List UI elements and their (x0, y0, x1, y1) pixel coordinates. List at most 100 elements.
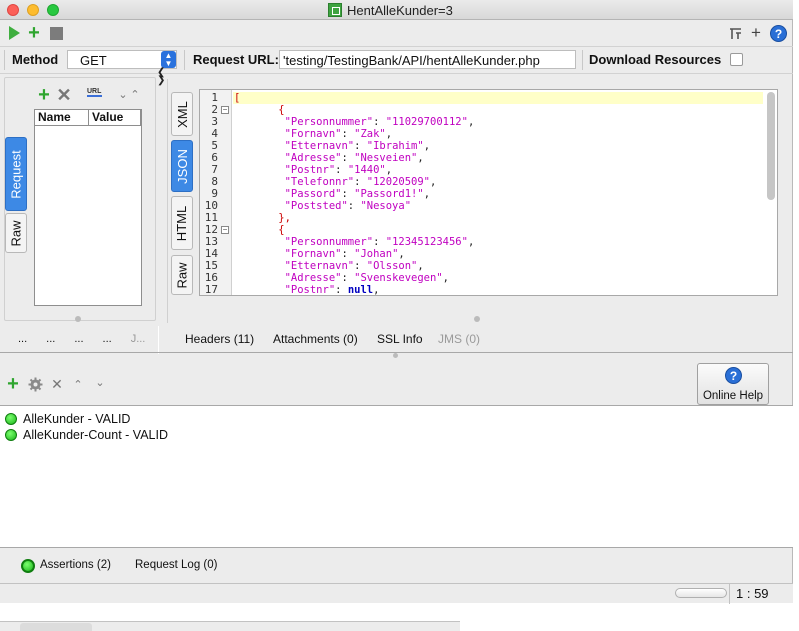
tune-button[interactable] (728, 25, 742, 41)
help-button[interactable]: ? (769, 24, 788, 43)
download-resources-checkbox[interactable] (730, 53, 743, 66)
add-assertion-button[interactable]: + (6, 373, 20, 395)
vertical-scrollbar[interactable] (767, 92, 775, 200)
method-label: Method (12, 52, 59, 67)
window-title: HentAlleKunder=3 (347, 3, 453, 18)
tab-html-label: HTML (174, 205, 190, 241)
collapsed-tab[interactable]: ... (103, 333, 112, 345)
json-key: "Telefonnr" (284, 176, 355, 188)
collapsed-tab[interactable]: ... (74, 333, 83, 345)
tab-raw-label: Raw (8, 219, 24, 247)
online-help-button[interactable]: ? Online Help (697, 363, 769, 405)
collapsed-tab[interactable]: ... (18, 333, 27, 345)
tab-ssl-info[interactable]: SSL Info (377, 332, 423, 346)
cursor-position: 1 : 59 (736, 586, 769, 601)
svg-text:URL: URL (87, 88, 102, 95)
run-request-button[interactable] (7, 26, 21, 40)
plus-icon: + (28, 22, 40, 44)
chevron-updown-icon[interactable]: ▲ ▼ (161, 51, 176, 68)
code-line: "Personnummer": "12345123456", (284, 236, 475, 248)
request-url-input[interactable]: 'testing/TestingBank/API/hentAlleKunder.… (279, 50, 576, 69)
code-line: "Postnr": "1440", (284, 164, 393, 176)
json-value: "1440" (347, 164, 386, 176)
code-line: "Etternavn": "Ibrahim", (284, 140, 431, 152)
divider (184, 50, 185, 70)
json-value: "11029700112" (385, 116, 468, 128)
stop-button[interactable] (49, 26, 63, 40)
code-line: "Fornavn": "Zak", (284, 128, 393, 140)
tab-assertions-label: Assertions (2) (40, 559, 111, 571)
resize-handle[interactable] (75, 316, 81, 322)
valid-status-icon (5, 429, 17, 441)
tab-xml[interactable]: XML (171, 92, 193, 136)
collapsed-tab[interactable]: J... (131, 333, 146, 345)
tab-request[interactable]: Request (5, 137, 27, 211)
maximize-window-button[interactable] (47, 4, 59, 16)
json-key: "Etternavn" (284, 140, 355, 152)
tab-headers[interactable]: Headers (11) (185, 332, 254, 346)
chevron-down-icon[interactable]: ⌄ (118, 88, 128, 101)
tab-raw-request[interactable]: Raw (5, 213, 27, 253)
assertions-list[interactable]: AlleKunder - VALID AlleKunder-Count - VA… (0, 405, 793, 548)
chevron-down-icon[interactable]: ⌄ (95, 375, 105, 389)
collapsed-tab[interactable]: ... (46, 333, 55, 345)
divider (582, 50, 583, 70)
configure-assertion-button[interactable] (27, 376, 43, 392)
add-param-button[interactable]: + (37, 85, 51, 105)
collapse-splitter[interactable]: ❮ ❯ (157, 68, 165, 86)
help-icon: ? (725, 367, 742, 384)
chevron-up-icon[interactable]: ⌃ (130, 88, 140, 101)
code-line: { (234, 104, 285, 116)
remove-assertion-button[interactable]: ✕ (51, 375, 63, 392)
divider (4, 50, 5, 70)
progress-indicator (675, 588, 727, 598)
close-window-button[interactable] (7, 4, 19, 16)
tab-attachments[interactable]: Attachments (0) (273, 332, 358, 346)
valid-status-icon (5, 413, 17, 425)
minimize-window-button[interactable] (27, 4, 39, 16)
json-key: "Personnummer" (284, 116, 374, 128)
json-value: "Olsson" (366, 260, 418, 272)
url-icon: URL (87, 88, 102, 97)
plus-icon: + (7, 373, 19, 395)
tab-jms[interactable]: JMS (0) (438, 332, 480, 346)
json-response-editor[interactable]: 1[2− {3 "Personnummer": "11029700112", 4 … (199, 89, 778, 296)
code-line: }, (234, 212, 291, 224)
fold-toggle[interactable]: − (221, 106, 229, 114)
column-header-name[interactable]: Name (35, 110, 89, 126)
tune-icon (729, 27, 741, 39)
json-key: "Postnr" (284, 284, 336, 296)
add-header-button[interactable]: + (749, 23, 763, 42)
assertion-item[interactable]: AlleKunder - VALID (23, 412, 130, 426)
url-params-button[interactable]: URL (86, 85, 104, 101)
help-icon: ? (770, 25, 787, 42)
close-icon: ✕ (56, 84, 72, 105)
tab-assertions[interactable]: Assertions (2) (18, 556, 122, 576)
json-value: "12020509" (366, 176, 430, 188)
chevron-up-icon[interactable]: ⌃ (73, 377, 83, 391)
params-table[interactable]: Name Value (34, 109, 142, 306)
resize-handle[interactable] (474, 316, 480, 322)
tab-raw-response[interactable]: Raw (171, 255, 193, 295)
resize-handle[interactable] (393, 353, 398, 358)
tab-html[interactable]: HTML (171, 196, 193, 250)
method-value: GET (80, 53, 107, 68)
column-header-value[interactable]: Value (89, 110, 141, 126)
tab-json[interactable]: JSON (171, 140, 193, 192)
code-line: { (234, 224, 285, 236)
tab-xml-label: XML (174, 100, 190, 128)
code-line: "Personnummer": "11029700112", (284, 116, 475, 128)
code-line: [ (234, 92, 241, 104)
json-value: "Zak" (354, 128, 386, 140)
remove-param-button[interactable]: ✕ (56, 84, 72, 105)
close-icon: ✕ (51, 375, 63, 392)
divider (158, 326, 159, 354)
fold-toggle[interactable]: − (221, 226, 229, 234)
assertion-item[interactable]: AlleKunder-Count - VALID (23, 428, 168, 442)
download-resources-label: Download Resources (589, 52, 722, 67)
add-button[interactable]: + (26, 22, 42, 44)
tab-request-log[interactable]: Request Log (0) (135, 559, 217, 571)
json-value: "Nesveien" (354, 152, 418, 164)
valid-status-icon (21, 559, 35, 573)
json-key: "Adresse" (284, 152, 342, 164)
